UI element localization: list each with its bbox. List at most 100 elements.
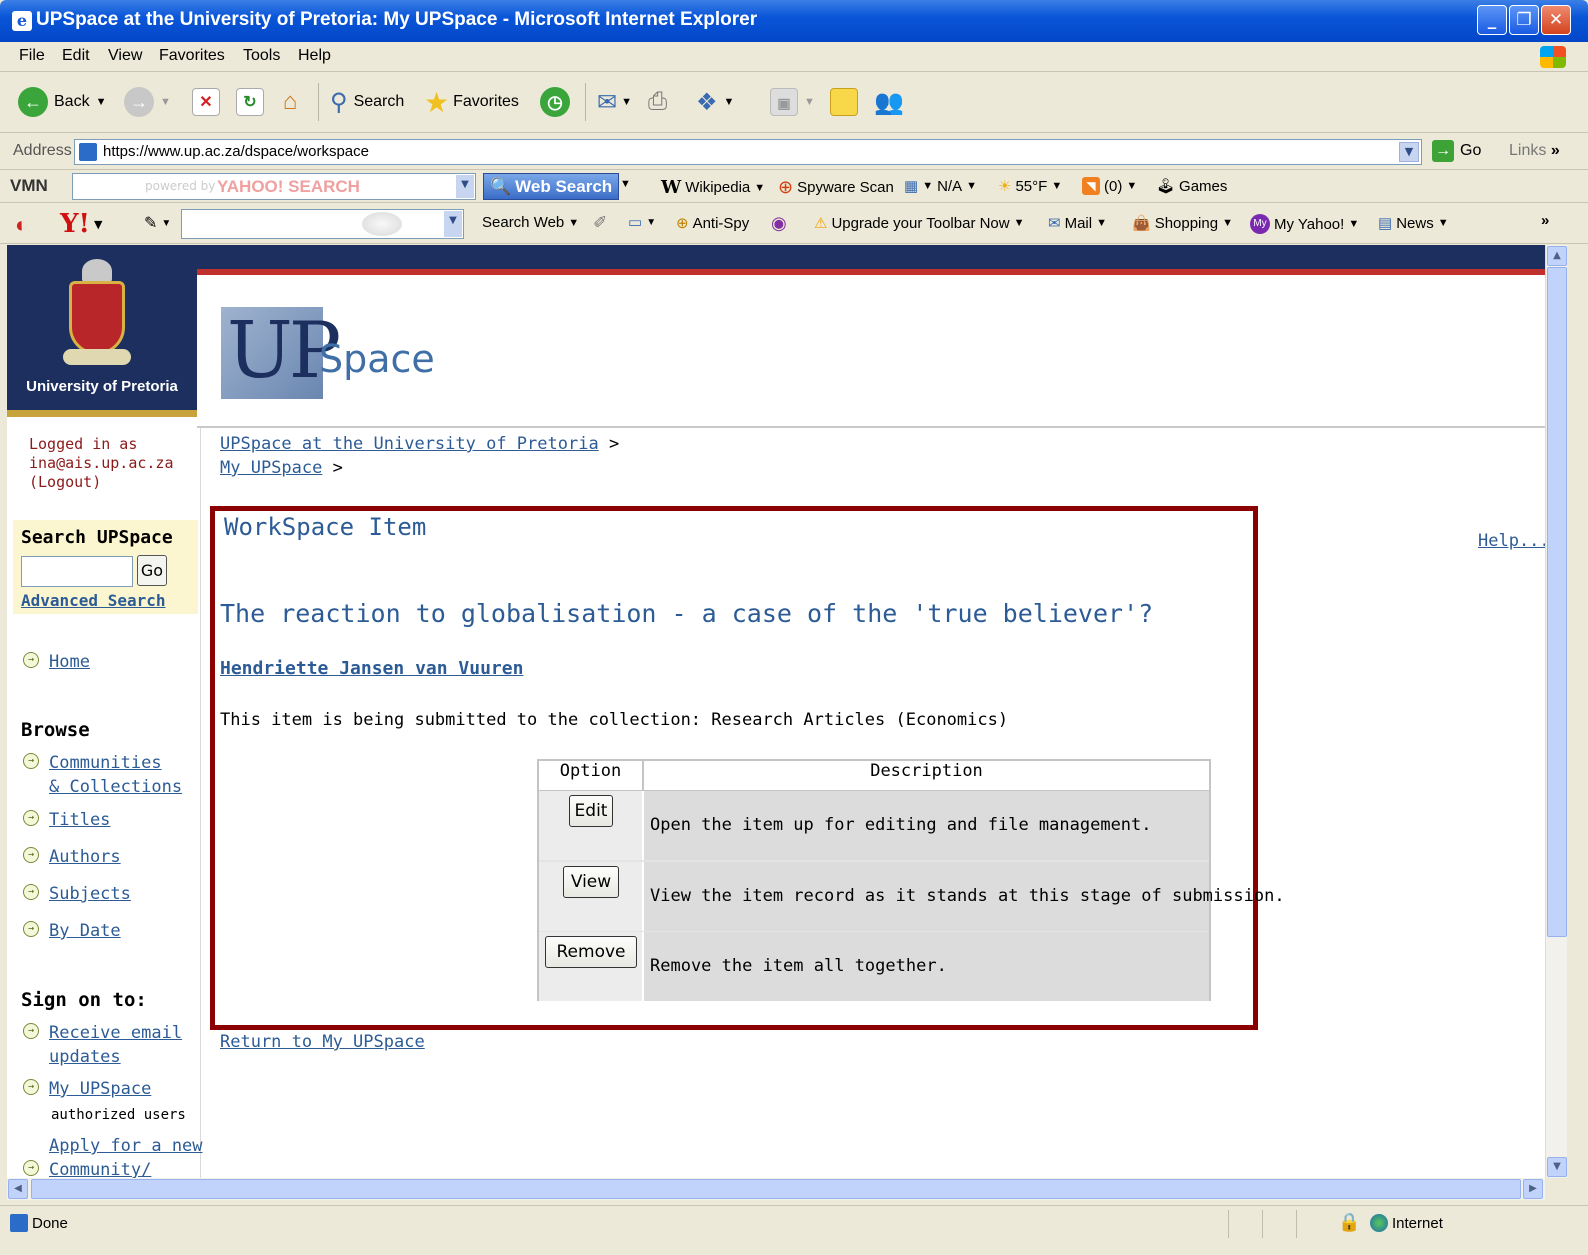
vertical-scroll-thumb[interactable]	[1547, 267, 1567, 937]
author-link[interactable]: Hendriette Jansen van Vuuren	[220, 658, 523, 679]
minimize-button[interactable]: _	[1477, 5, 1507, 35]
sidebar-item-by-date[interactable]: → By Date	[23, 919, 121, 943]
anti-spy-button[interactable]: ⊕ Anti-Spy	[676, 214, 749, 233]
chevron-down-icon[interactable]: ▼	[1399, 142, 1419, 162]
menu-file[interactable]: File	[19, 47, 45, 65]
menu-view[interactable]: View	[108, 47, 142, 65]
go-label: Go	[1460, 142, 1482, 159]
breadcrumb-link-my-upspace[interactable]: My UPSpace	[220, 458, 322, 478]
scroll-up-icon[interactable]: ▲	[1547, 246, 1567, 266]
links-button[interactable]: Links »	[1509, 142, 1560, 160]
my-upspace-link[interactable]: My UPSpace	[49, 1077, 151, 1101]
chevron-down-icon: ▼	[1222, 217, 1233, 229]
research-button[interactable]: ❖ ▼	[696, 86, 734, 118]
menu-favorites[interactable]: Favorites	[159, 47, 225, 65]
history-button[interactable]: ◷	[540, 86, 570, 118]
mail-toolbar-button[interactable]: ✉ Mail ▼	[1048, 214, 1107, 233]
close-button[interactable]: ✕	[1541, 5, 1571, 35]
weather-button[interactable]: ☀ 55°F ▼	[998, 177, 1062, 196]
back-button[interactable]: ← Back ▼	[18, 86, 106, 118]
yahoo-y-logo[interactable]: Y! ▼	[60, 209, 102, 239]
menu-help[interactable]: Help	[298, 47, 331, 65]
window-popup-icon[interactable]: ▭ ▼	[628, 213, 656, 231]
authors-link[interactable]: Authors	[49, 845, 121, 869]
university-logo[interactable]: University of Pretoria	[7, 245, 197, 410]
menu-edit[interactable]: Edit	[62, 47, 90, 65]
go-button[interactable]: → Go	[1432, 140, 1481, 162]
games-button[interactable]: 🕹 Games	[1156, 177, 1227, 196]
headphones-icon[interactable]: ◉	[771, 213, 787, 234]
breadcrumb-link-home[interactable]: UPSpace at the University of Pretoria	[220, 434, 599, 454]
edit-button[interactable]: Edit	[569, 795, 613, 827]
table-header: Option Description	[539, 761, 1209, 791]
shopping-button[interactable]: 👜 Shopping ▼	[1132, 214, 1233, 233]
vmn-search-input[interactable]: powered by YAHOO! SEARCH ▼	[72, 173, 476, 200]
titles-link[interactable]: Titles	[49, 808, 110, 832]
scroll-down-icon[interactable]: ▼	[1547, 1157, 1567, 1177]
restore-button[interactable]: ❐	[1509, 5, 1539, 35]
my-yahoo-button[interactable]: My My Yahoo! ▼	[1250, 214, 1359, 234]
remove-button[interactable]: Remove	[545, 936, 637, 968]
messenger-disabled-button[interactable]: ▣ ▼	[770, 86, 815, 118]
chevron-down-icon[interactable]: ▼	[444, 211, 462, 237]
communities-link[interactable]: Communities & Collections	[49, 751, 182, 799]
help-link[interactable]: Help...	[1478, 531, 1545, 551]
sidebar-item-subjects[interactable]: → Subjects	[23, 882, 131, 906]
chevron-down-icon[interactable]: ▼	[620, 178, 631, 190]
return-link[interactable]: Return to My UPSpace	[220, 1032, 425, 1052]
horizontal-scroll-thumb[interactable]	[31, 1179, 1521, 1199]
sidebar-item-home[interactable]: → Home	[23, 650, 90, 674]
by-date-link[interactable]: By Date	[49, 919, 121, 943]
news-button[interactable]: ▤ News ▼	[1378, 214, 1449, 233]
forward-button[interactable]: → ▼	[124, 86, 171, 118]
pencil-icon[interactable]: ✎ ▼	[144, 213, 171, 233]
refresh-button[interactable]: ↻	[236, 86, 264, 118]
mail-button[interactable]: ✉ ▼	[597, 86, 632, 118]
description-cell: Open the item up for editing and file ma…	[644, 791, 1209, 860]
wikipedia-button[interactable]: W Wikipedia ▼	[661, 177, 765, 198]
more-chevron-icon[interactable]: »	[1541, 212, 1549, 229]
status-divider	[1262, 1210, 1263, 1238]
yahoo-pacman-icon[interactable]: ◐	[15, 212, 28, 238]
print-button[interactable]: ⎙	[648, 86, 667, 118]
sidebar-item-email-updates[interactable]: → Receive email updates	[23, 1021, 182, 1069]
search-input[interactable]	[21, 556, 133, 587]
sidebar-item-my-upspace[interactable]: → My UPSpace	[23, 1077, 151, 1101]
email-updates-link[interactable]: Receive email updates	[49, 1021, 182, 1069]
stop-button[interactable]: ✕	[192, 86, 220, 118]
spyware-scan-button[interactable]: ⊕ Spyware Scan	[778, 177, 894, 198]
subjects-link[interactable]: Subjects	[49, 882, 131, 906]
upgrade-toolbar-button[interactable]: ⚠ Upgrade your Toolbar Now ▼	[814, 214, 1025, 233]
favorites-button[interactable]: ★ Favorites	[424, 86, 519, 118]
vertical-scrollbar[interactable]: ▲ ▼	[1545, 245, 1567, 1178]
chevron-down-icon[interactable]: ▼	[456, 175, 474, 198]
search-button[interactable]: ⚲ Search	[330, 86, 404, 118]
horizontal-scrollbar[interactable]: ◀ ▶	[7, 1178, 1545, 1200]
yahoo-search-input[interactable]: ▼	[181, 209, 464, 239]
home-link[interactable]: Home	[49, 650, 90, 674]
sidebar-item-communities[interactable]: → Communities & Collections	[23, 751, 182, 799]
rss-button[interactable]: ◥ (0) ▼	[1082, 177, 1137, 195]
address-input[interactable]: https://www.up.ac.za/dspace/workspace ▼	[74, 139, 1422, 165]
view-button[interactable]: View	[563, 866, 619, 898]
apply-community-link[interactable]: Apply for a new Community/	[49, 1134, 203, 1178]
search-go-button[interactable]: Go	[137, 555, 167, 586]
menu-tools[interactable]: Tools	[243, 47, 280, 65]
sidebar-item-titles[interactable]: → Titles	[23, 808, 110, 832]
scroll-right-icon[interactable]: ▶	[1523, 1179, 1543, 1199]
notes-button[interactable]	[830, 86, 858, 118]
web-search-button[interactable]: 🔍 Web Search	[483, 173, 620, 200]
upspace-logo-space[interactable]: Space	[319, 337, 435, 381]
chevron-down-icon: ▼	[966, 180, 977, 192]
advanced-search-link[interactable]: Advanced Search	[21, 591, 166, 610]
crest-shield-icon	[69, 281, 125, 355]
sidebar-item-authors[interactable]: → Authors	[23, 845, 121, 869]
weather-na-button[interactable]: ▦ ▼ N/A ▼	[904, 177, 977, 196]
scroll-left-icon[interactable]: ◀	[8, 1179, 28, 1199]
highlight-pen-icon[interactable]: ✐	[593, 213, 607, 233]
home-button[interactable]: ⌂	[276, 86, 304, 118]
logout-link[interactable]: Logout	[38, 473, 92, 491]
sidebar-item-apply-community[interactable]: → Apply for a new Community/	[23, 1134, 203, 1178]
search-web-button[interactable]: Search Web ▼	[482, 214, 579, 231]
messenger-button[interactable]: 👥	[874, 86, 904, 118]
